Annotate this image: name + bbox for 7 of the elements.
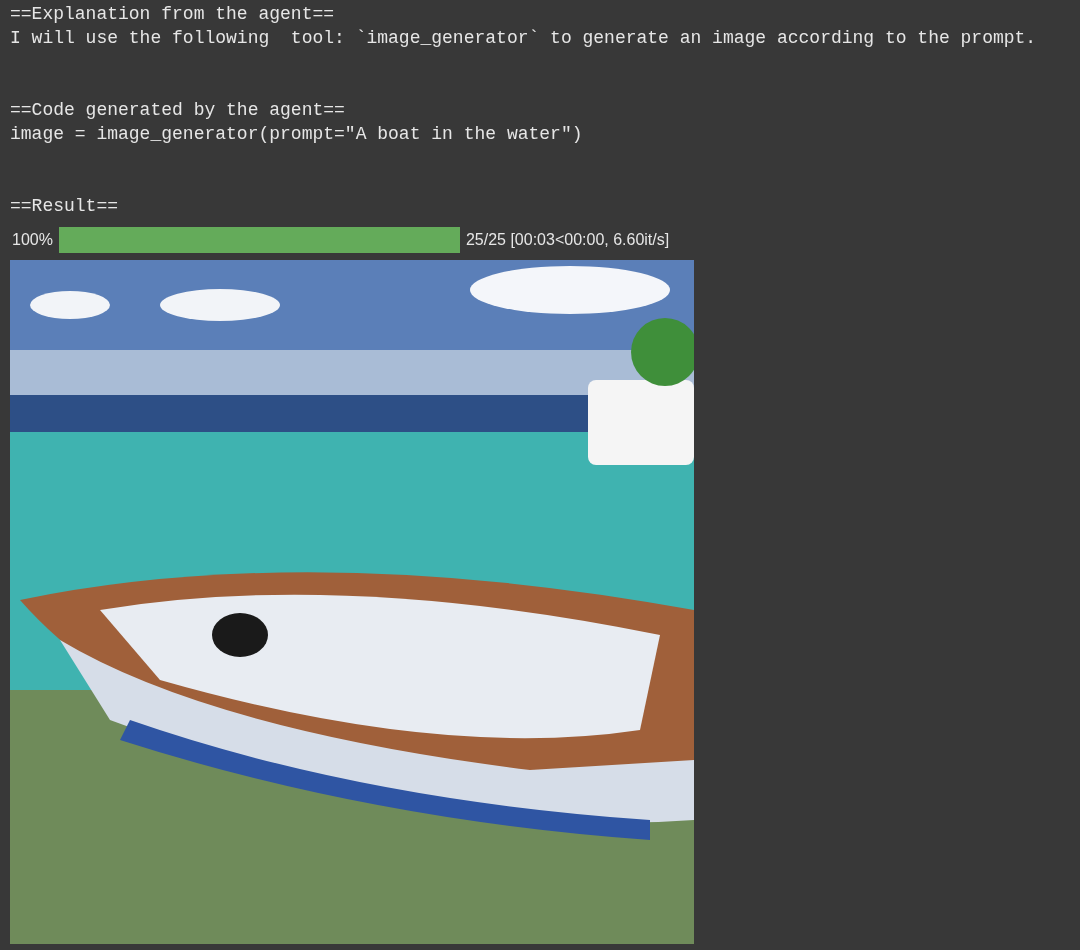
output-text: image = image_generator(prompt="A boat in the water"): [10, 123, 583, 146]
output-text: ==Explanation from the agent==: [10, 3, 335, 26]
progress-percent: 100%: [12, 230, 53, 250]
output-text: ==Code generated by the agent==: [10, 99, 345, 122]
output-text: I will use the following tool: `image_generator` to generate an image according to the prompt.: [10, 27, 1037, 50]
progress-status: 25/25 [00:03<00:00, 6.60it/s]: [465, 230, 670, 250]
output-text: ==Result==: [10, 195, 119, 218]
